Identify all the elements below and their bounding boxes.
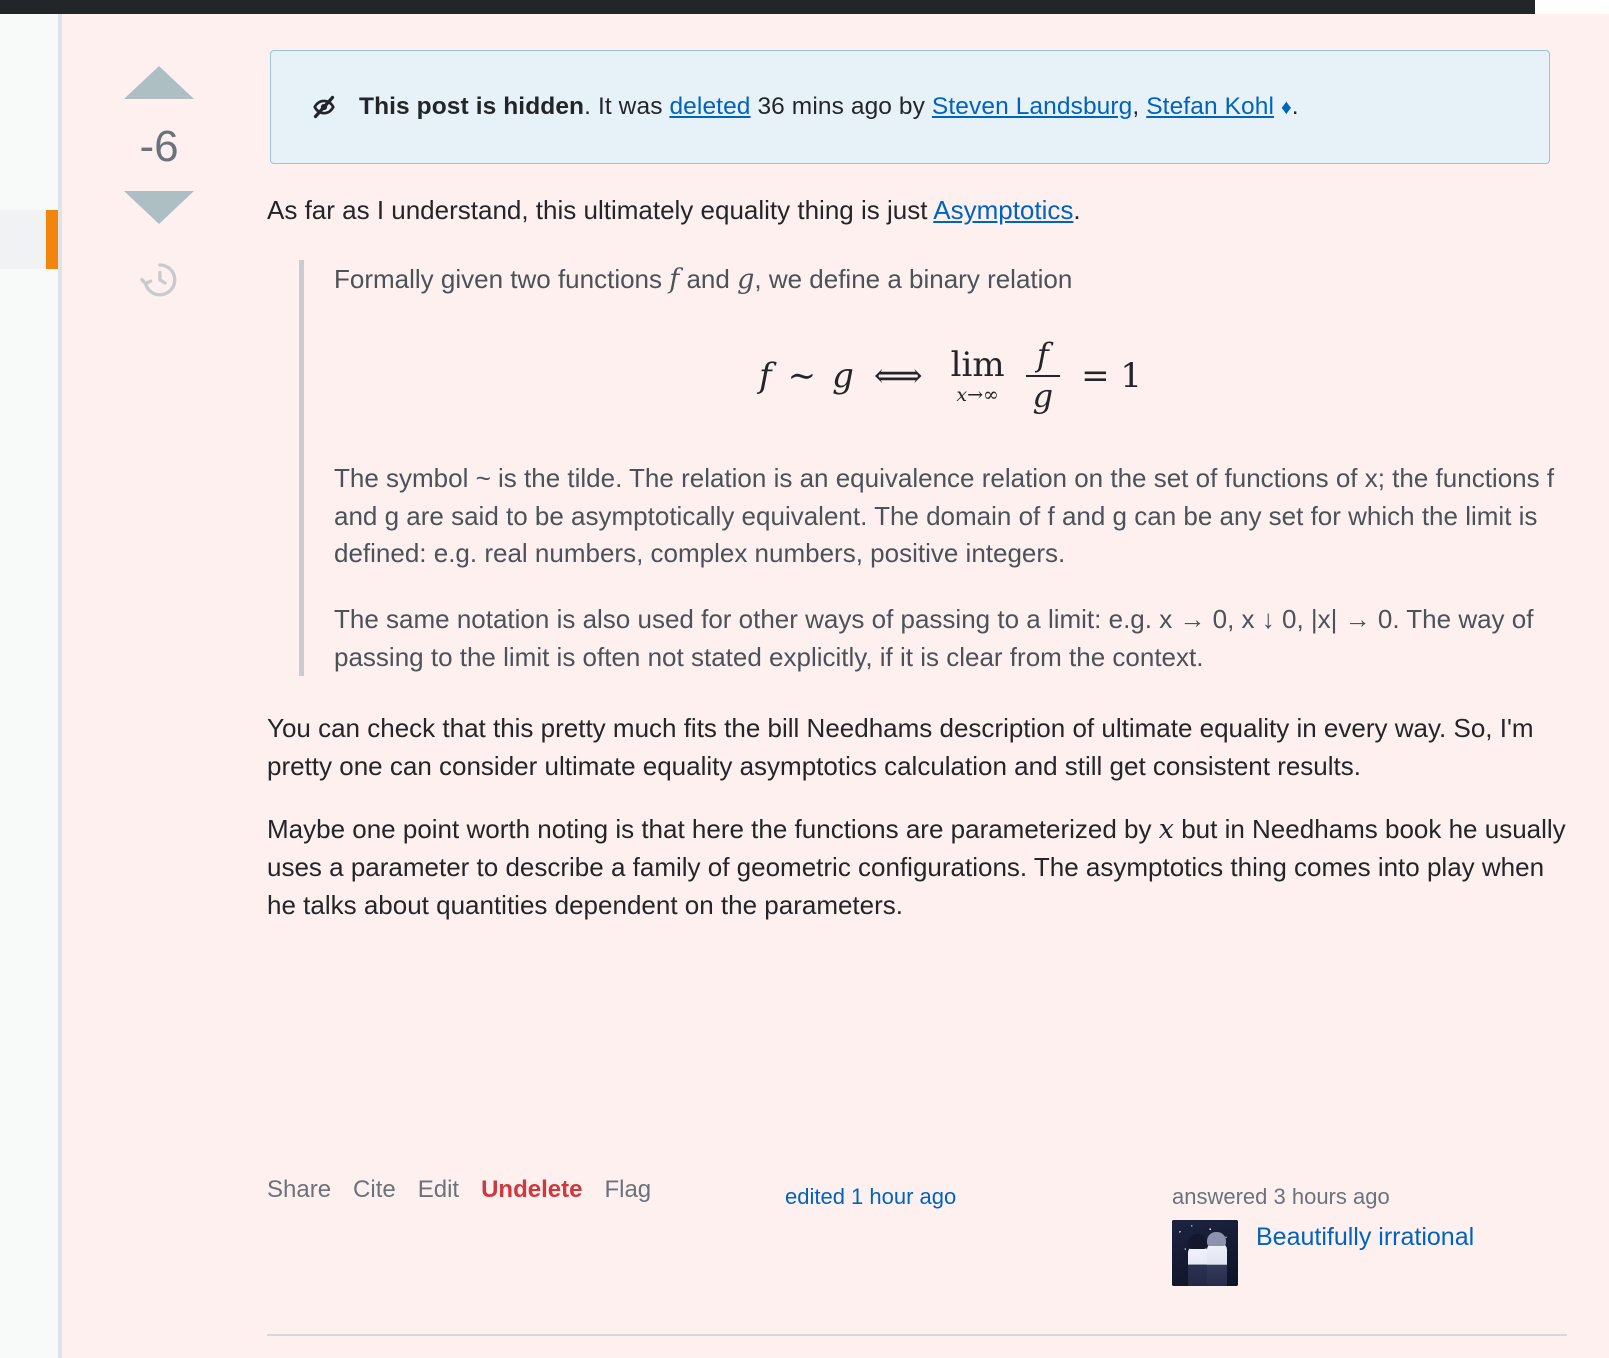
intro-paragraph: As far as I understand, this ultimately … [267,192,1567,230]
asymptotics-link[interactable]: Asymptotics [933,195,1073,225]
avatar-figure-right [1207,1243,1227,1286]
answerer-user-card: answered 3 hours ago Beautifully irratio… [1172,1184,1502,1286]
math-var-x: x [1158,813,1174,845]
post-hidden-notice: This post is hidden. It was deleted 36 m… [270,50,1550,164]
formula-iff-arrow: ⟺ [873,355,923,396]
quote-p1-before: Formally given two functions [334,263,670,294]
formula-lhs-f: f [758,355,772,396]
deleted-answer-post: -6 This post is hidden. It was deleted 3… [62,14,1609,1358]
answer-body: As far as I understand, this ultimately … [267,192,1567,948]
undelete-button[interactable]: Undelete [481,1176,582,1204]
history-clock-icon[interactable] [138,258,180,300]
hidden-eye-slash-icon [313,95,335,119]
blockquote: Formally given two functions f and g, we… [299,259,1567,677]
edited-timestamp-link[interactable]: edited 1 hour ago [785,1184,956,1210]
math-var-f: f [669,263,680,295]
intro-text-after: . [1073,195,1081,225]
notice-text-after-link: 36 mins ago by [750,93,932,120]
sidebar-item-active-highlight[interactable] [0,210,58,269]
moderator-link-steven-landsburg[interactable]: Steven Landsburg [932,93,1132,120]
formula-lhs-g: g [832,355,854,396]
quote-paragraph-1: Formally given two functions f and g, we… [334,260,1567,299]
moderator-link-stefan-kohl[interactable]: Stefan Kohl [1146,93,1274,120]
downvote-button[interactable] [124,191,194,224]
formula-fraction-denominator: g [1032,377,1054,416]
math-var-g: g [737,263,755,295]
formula-tilde: ∼ [787,355,817,396]
display-formula: f ∼ g ⟺ lim x→∞ f g = 1 [334,335,1567,416]
quote-p1-after: , we define a binary relation [754,263,1073,294]
notice-separator: , [1132,93,1147,120]
notice-title: This post is hidden [359,93,585,120]
formula-fraction-numerator: f [1036,335,1049,374]
vote-count: -6 [139,122,179,171]
avatar-hair-right [1207,1232,1226,1246]
avatar-hair-left [1188,1234,1207,1249]
post-footer: Share Cite Edit Undelete Flag edited 1 h… [267,1176,1577,1296]
share-button[interactable]: Share [267,1176,331,1204]
notice-text-before-link: . It was [584,93,670,120]
quote-paragraph-3: The same notation is also used for other… [334,604,1534,672]
answered-timestamp: answered 3 hours ago [1172,1184,1390,1209]
final-paragraph: Maybe one point worth noting is that her… [267,810,1567,925]
top-bar-right-edge [1535,0,1609,14]
notice-period: . [1291,93,1299,120]
paragraph-after-quote: You can check that this pretty much fits… [267,713,1534,782]
post-hidden-notice-text: This post is hidden. It was deleted 36 m… [359,93,1299,121]
user-avatar-icon[interactable] [1172,1220,1238,1286]
avatar-figure-left [1188,1246,1208,1286]
left-sidebar-rail[interactable] [0,14,58,1358]
top-navigation-bar[interactable] [0,0,1609,14]
intro-text-before: As far as I understand, this ultimately … [267,195,934,225]
formula-lim-subscript: x→∞ [956,383,999,406]
username-link[interactable]: Beautifully irrational [1256,1220,1474,1252]
formula-limit: lim x→∞ [951,348,1005,405]
final-text-before: Maybe one point worth noting is that her… [267,813,1159,844]
post-bottom-divider [267,1334,1567,1336]
formula-equals-one: = 1 [1081,355,1143,396]
edit-button[interactable]: Edit [418,1176,459,1204]
quote-paragraph-2: The symbol ~ is the tilde. The relation … [334,463,1555,569]
flag-button[interactable]: Flag [604,1176,651,1204]
formula-fraction: f g [1025,335,1061,416]
post-action-menu: Share Cite Edit Undelete Flag [267,1176,651,1204]
vote-cell: -6 [104,48,214,300]
moderator-diamond-icon: ♦ [1280,96,1292,119]
quote-p1-mid: and [679,263,738,294]
deleted-link[interactable]: deleted [669,93,750,120]
formula-lim-label: lim [950,344,1005,385]
cite-button[interactable]: Cite [353,1176,396,1204]
upvote-button[interactable] [124,66,194,99]
